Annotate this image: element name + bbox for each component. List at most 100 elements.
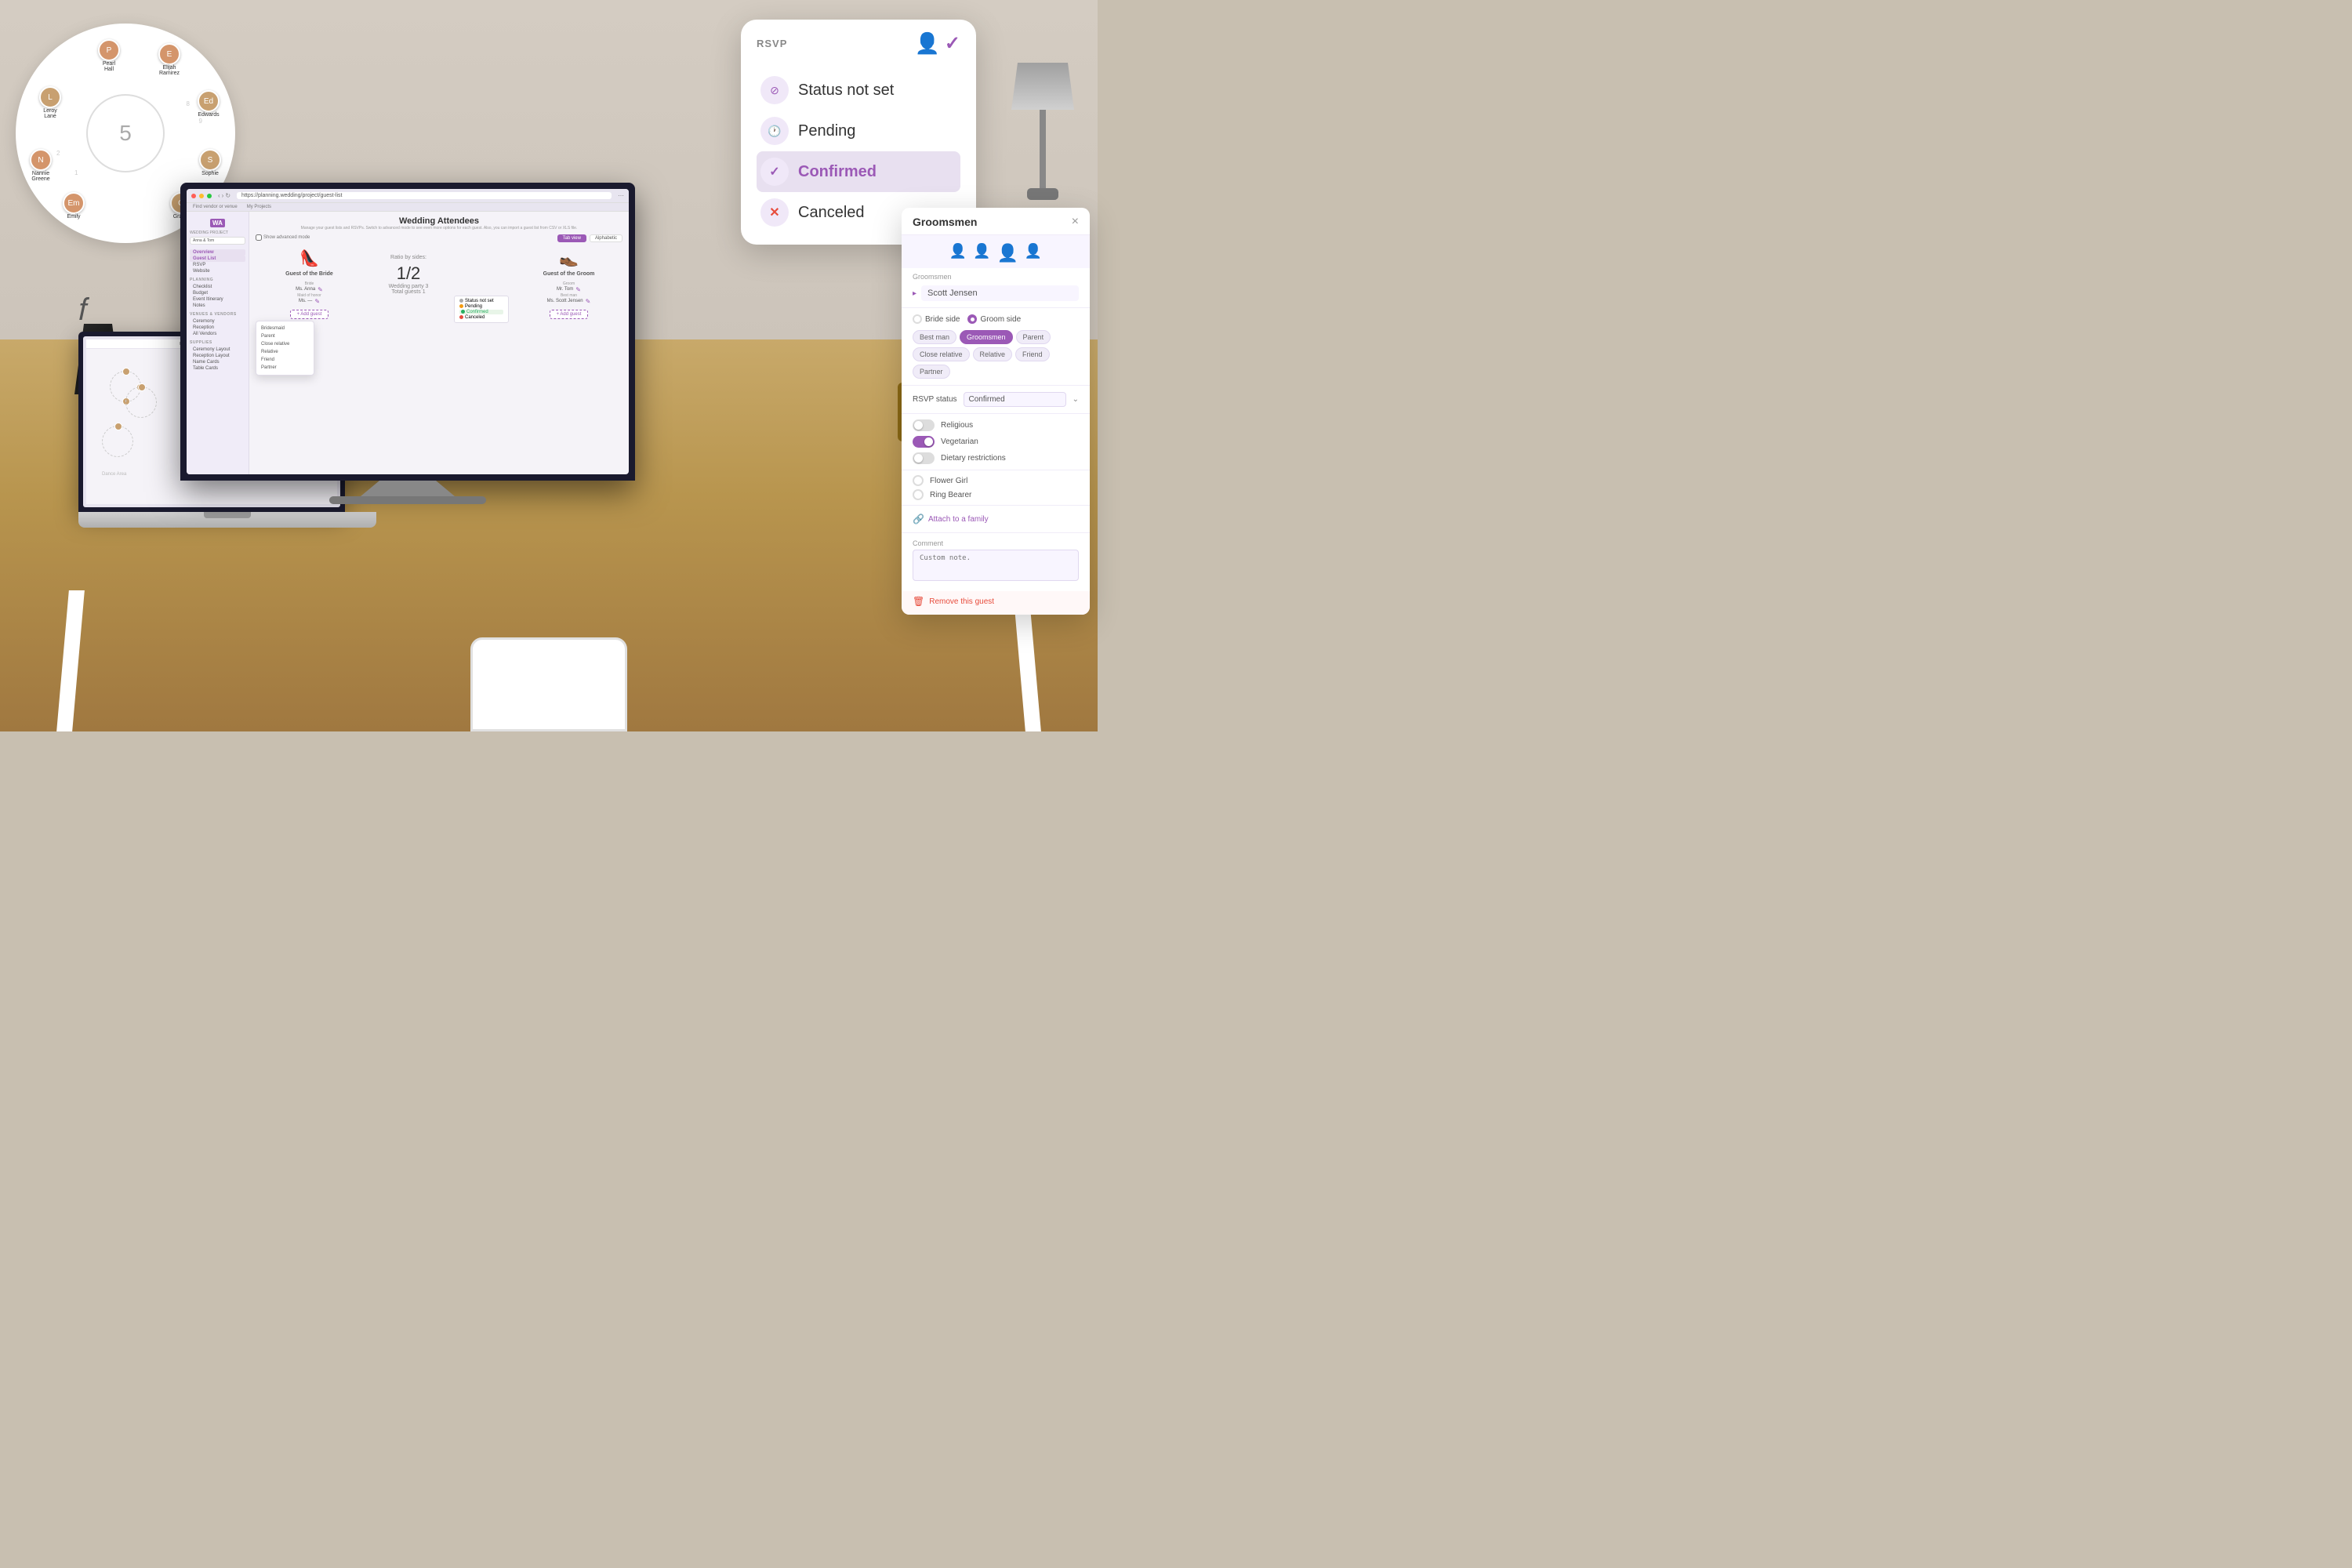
alphabetic-btn[interactable]: Alphabetic bbox=[590, 234, 622, 242]
seat-person-emily: Em Emily bbox=[63, 192, 85, 220]
confirmed-label: Confirmed bbox=[798, 163, 877, 181]
sidebar-item-reception[interactable]: Reception bbox=[190, 325, 245, 331]
bride-edit-icon[interactable]: ✎ bbox=[318, 286, 323, 293]
person-icon-4: 👤 bbox=[1025, 243, 1042, 263]
bride-side-radio[interactable] bbox=[913, 314, 922, 324]
status-not-set-row: Status not set bbox=[459, 299, 503, 303]
sidebar-item-table-cards[interactable]: Table Cards bbox=[190, 365, 245, 372]
vegetarian-toggle[interactable] bbox=[913, 436, 935, 448]
flower-ring-row: Flower Girl Ring Bearer bbox=[902, 474, 1090, 502]
bride-side-option[interactable]: Bride side bbox=[913, 314, 960, 324]
page-subtitle: Manage your guest lists and RSVPs. Switc… bbox=[282, 226, 596, 231]
comment-textarea[interactable] bbox=[913, 550, 1079, 581]
sidebar-item-ceremony-layout[interactable]: Ceremony Layout bbox=[190, 347, 245, 353]
monitor-base bbox=[329, 496, 486, 504]
trash-icon: 🗑 bbox=[913, 596, 924, 607]
rsvp-status-select[interactable]: Status not set Pending Confirmed Cancele… bbox=[964, 392, 1066, 407]
toggle-knob-vegetarian bbox=[924, 437, 933, 446]
groom-name: Mr. Tom ✎ bbox=[515, 286, 622, 293]
project-selector[interactable]: Anna & Tom bbox=[190, 237, 245, 245]
sidebar-item-rsvp[interactable]: RSVP bbox=[190, 262, 245, 268]
add-guest-bride-btn[interactable]: + Add guest bbox=[290, 310, 329, 319]
dropdown-bridesmaid[interactable]: Bridesmaid bbox=[256, 325, 314, 332]
refresh-icon[interactable]: ↻ bbox=[225, 192, 230, 199]
person-icon-3-highlighted: 👤 bbox=[997, 243, 1018, 263]
dropdown-parent[interactable]: Parent bbox=[256, 332, 314, 340]
dietary-toggle[interactable] bbox=[913, 452, 935, 464]
ring-bearer-label: Ring Bearer bbox=[930, 491, 971, 499]
maid-edit-icon[interactable]: ✎ bbox=[314, 298, 320, 305]
remove-label[interactable]: Remove this guest bbox=[929, 597, 994, 606]
pending-icon: 🕐 bbox=[760, 117, 789, 145]
topnav-find[interactable]: Find vendor or venue bbox=[193, 205, 238, 209]
add-guest-groom-btn[interactable]: + Add guest bbox=[550, 310, 589, 319]
rsvp-option-status-not-set[interactable]: ⊘ Status not set bbox=[757, 70, 960, 111]
status-not-set-label: Status not set bbox=[798, 82, 894, 100]
dropdown-close-relative[interactable]: Close relative bbox=[256, 340, 314, 348]
divider-3 bbox=[902, 413, 1090, 414]
role-tags-row: Best man Groomsmen Parent Close relative… bbox=[902, 327, 1090, 382]
tag-groomsmen[interactable]: Groomsmen bbox=[960, 330, 1013, 344]
groom-edit-icon[interactable]: ✎ bbox=[575, 286, 581, 293]
confirmed-row[interactable]: Confirmed bbox=[459, 310, 503, 314]
person-silhouette-icon: 👤 bbox=[915, 31, 940, 56]
tag-close-relative[interactable]: Close relative bbox=[913, 347, 970, 361]
sidebar-item-reception-layout[interactable]: Reception Layout bbox=[190, 353, 245, 359]
groom-side-option[interactable]: Groom side bbox=[967, 314, 1021, 324]
ring-bearer-checkbox[interactable] bbox=[913, 489, 924, 500]
monitor-rsvp-dropdown[interactable]: Status not set Pending Confirmed bbox=[454, 296, 509, 323]
minimize-dot[interactable] bbox=[199, 194, 204, 198]
monitor-rsvp-mini: Status not set Pending Confirmed bbox=[454, 296, 509, 323]
confirmed-icon: ✓ bbox=[760, 158, 789, 186]
person-name-input[interactable]: Scott Jensen bbox=[921, 285, 1079, 301]
attach-family-row[interactable]: 🔗 Attach to a family bbox=[902, 509, 1090, 529]
dance-area-label: Dance Area bbox=[102, 472, 126, 477]
sidebar-item-website[interactable]: Website bbox=[190, 268, 245, 274]
tag-best-man[interactable]: Best man bbox=[913, 330, 956, 344]
topnav-projects[interactable]: My Projects bbox=[247, 205, 271, 209]
panel-close-button[interactable]: × bbox=[1072, 216, 1079, 228]
side-selection-row: Bride side Groom side bbox=[902, 311, 1090, 327]
advanced-mode-checkbox[interactable] bbox=[256, 234, 262, 241]
sidebar-item-event-itinerary[interactable]: Event Itinerary bbox=[190, 296, 245, 303]
dropdown-friend[interactable]: Friend bbox=[256, 356, 314, 364]
flower-girl-checkbox[interactable] bbox=[913, 475, 924, 486]
sidebar-item-guest-list[interactable]: Guest List bbox=[190, 256, 245, 262]
best-man-edit-icon[interactable]: ✎ bbox=[586, 298, 591, 305]
sidebar-item-budget[interactable]: Budget bbox=[190, 290, 245, 296]
sidebar-item-name-cards[interactable]: Name Cards bbox=[190, 359, 245, 365]
guest-type-dropdown[interactable]: Bridesmaid Parent Close relative Relativ… bbox=[256, 321, 314, 376]
maximize-dot[interactable] bbox=[207, 194, 212, 198]
tag-parent[interactable]: Parent bbox=[1016, 330, 1051, 344]
sidebar-item-ceremony[interactable]: Ceremony bbox=[190, 318, 245, 325]
avatar-sophie: S bbox=[199, 149, 221, 171]
back-arrow-icon[interactable]: ‹ bbox=[218, 192, 220, 199]
tag-friend[interactable]: Friend bbox=[1015, 347, 1050, 361]
rsvp-option-pending[interactable]: 🕐 Pending bbox=[757, 111, 960, 151]
browser-menu-icon[interactable]: ⋯ bbox=[618, 192, 624, 199]
groom-side-radio[interactable] bbox=[967, 314, 977, 324]
divider-2 bbox=[902, 385, 1090, 386]
dropdown-partner[interactable]: Partner bbox=[256, 364, 314, 372]
url-bar[interactable]: https://planning.wedding/project/guest-l… bbox=[237, 192, 612, 199]
close-dot[interactable] bbox=[191, 194, 196, 198]
rsvp-option-confirmed[interactable]: ✓ Confirmed bbox=[757, 151, 960, 192]
remove-guest-section[interactable]: 🗑 Remove this guest bbox=[902, 591, 1090, 615]
tab-view-btn[interactable]: Tab view bbox=[557, 234, 586, 242]
sidebar-item-overview[interactable]: Overview bbox=[190, 249, 245, 256]
forward-arrow-icon[interactable]: › bbox=[222, 192, 224, 199]
sidebar-item-all-vendors[interactable]: All Vendors bbox=[190, 331, 245, 337]
avatar-emily: Em bbox=[63, 192, 85, 214]
dropdown-relative[interactable]: Relative bbox=[256, 348, 314, 356]
pending-mini: Pending bbox=[465, 304, 482, 309]
tag-partner[interactable]: Partner bbox=[913, 365, 950, 379]
sidebar-item-checklist[interactable]: Checklist bbox=[190, 284, 245, 290]
tag-relative[interactable]: Relative bbox=[973, 347, 1013, 361]
religious-toggle[interactable] bbox=[913, 419, 935, 431]
sidebar-item-notes[interactable]: Notes bbox=[190, 303, 245, 309]
sidebar-section-supplies: SUPPLIES bbox=[190, 340, 245, 345]
pending-label: Pending bbox=[798, 122, 855, 140]
table-number: 5 bbox=[119, 121, 132, 146]
show-advanced-row[interactable]: Show advanced mode bbox=[256, 234, 310, 241]
attach-label[interactable]: Attach to a family bbox=[928, 515, 989, 524]
